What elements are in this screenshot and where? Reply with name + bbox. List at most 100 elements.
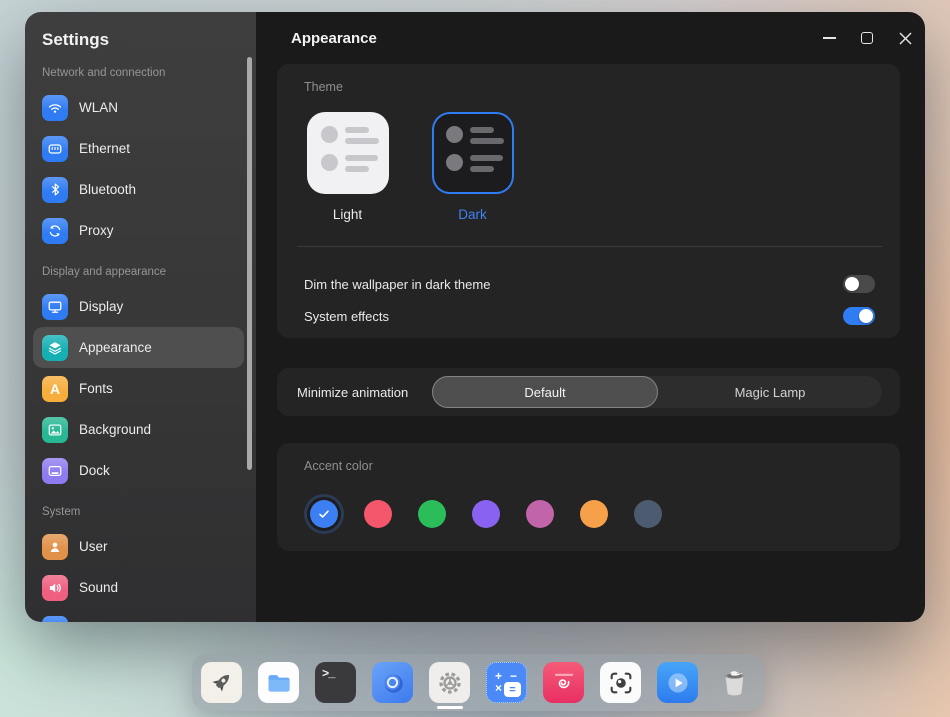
dock-item-terminal[interactable]: >_ [315, 662, 356, 703]
sidebar-scrollbar[interactable] [247, 57, 252, 470]
terminal-icon: >_ [322, 667, 334, 681]
theme-option-dark[interactable]: Dark [429, 112, 516, 223]
minimize-animation-card: Minimize animation Default Magic Lamp [277, 368, 900, 416]
media-player-icon [664, 669, 692, 697]
sidebar-item-label: Display [79, 299, 123, 314]
close-button[interactable] [897, 30, 913, 46]
trash-icon [719, 667, 750, 698]
system-effects-label: System effects [304, 309, 843, 324]
theme-card: Theme Light [277, 64, 900, 338]
sidebar-item-label: Appearance [79, 340, 152, 355]
sidebar-item-wlan[interactable]: WLAN [33, 87, 244, 128]
wifi-icon [42, 95, 68, 121]
partial-icon [42, 616, 68, 623]
proxy-icon [42, 218, 68, 244]
speaker-icon [42, 575, 68, 601]
dock: >_ + − × = [192, 654, 764, 711]
sidebar-item-label: Sound [79, 580, 118, 595]
sidebar-item-dock[interactable]: Dock [33, 450, 244, 491]
main-panel: Appearance Theme [256, 12, 925, 622]
user-icon [42, 534, 68, 560]
display-icon [42, 294, 68, 320]
dock-item-browser[interactable] [372, 662, 413, 703]
app-store-icon [551, 670, 577, 696]
sidebar-item-proxy[interactable]: Proxy [33, 210, 244, 251]
dim-wallpaper-toggle[interactable] [843, 275, 875, 293]
desktop-background: Settings Network and connection WLAN Eth… [0, 0, 950, 717]
settings-window: Settings Network and connection WLAN Eth… [25, 12, 925, 622]
screenshot-icon [607, 669, 635, 697]
accent-swatch-slate[interactable] [634, 500, 662, 528]
minimize-button[interactable] [821, 30, 837, 46]
accent-swatch-blue[interactable] [310, 500, 338, 528]
accent-swatch-orange[interactable] [580, 500, 608, 528]
browser-icon [378, 668, 408, 698]
image-icon [42, 417, 68, 443]
layers-icon [42, 335, 68, 361]
sidebar-item-partial[interactable] [33, 608, 244, 622]
dark-theme-preview[interactable] [432, 112, 514, 194]
dock-panel-icon [42, 458, 68, 484]
bluetooth-icon [42, 177, 68, 203]
ethernet-icon [42, 136, 68, 162]
dark-theme-label: Dark [458, 206, 487, 223]
dock-item-calculator[interactable]: + − × = [486, 662, 527, 703]
sidebar-item-sound[interactable]: Sound [33, 567, 244, 608]
theme-option-light[interactable]: Light [304, 112, 391, 223]
dim-wallpaper-label: Dim the wallpaper in dark theme [304, 277, 843, 292]
settings-content: Theme Light [256, 64, 925, 551]
divider [297, 246, 882, 247]
segment-default[interactable]: Default [432, 376, 658, 408]
accent-swatch-purple[interactable] [472, 500, 500, 528]
light-theme-preview[interactable] [307, 112, 389, 194]
rocket-icon [208, 669, 235, 696]
sidebar-item-label: Proxy [79, 223, 114, 238]
sidebar-item-label: Background [79, 422, 151, 437]
app-title: Settings [42, 28, 239, 52]
dim-wallpaper-row: Dim the wallpaper in dark theme [304, 268, 875, 300]
sidebar-item-bluetooth[interactable]: Bluetooth [33, 169, 244, 210]
sidebar-item-label: Dock [79, 463, 110, 478]
light-theme-label: Light [333, 206, 362, 223]
dock-item-file-manager[interactable] [258, 662, 299, 703]
sidebar-item-fonts[interactable]: A Fonts [33, 368, 244, 409]
section-system: System [42, 505, 239, 520]
system-effects-row: System effects [304, 300, 875, 332]
sidebar-item-label: Ethernet [79, 141, 130, 156]
sidebar-item-label: User [79, 539, 108, 554]
sidebar: Settings Network and connection WLAN Eth… [25, 12, 256, 622]
folder-icon [265, 669, 293, 697]
section-display-and-appearance: Display and appearance [42, 265, 239, 280]
check-icon [316, 506, 332, 522]
segment-magic-lamp[interactable]: Magic Lamp [658, 376, 882, 408]
accent-swatch-green[interactable] [418, 500, 446, 528]
gear-icon [435, 668, 465, 698]
accent-section-label: Accent color [304, 459, 880, 474]
theme-section-label: Theme [304, 80, 875, 95]
dock-item-launcher[interactable] [201, 662, 242, 703]
accent-swatch-red[interactable] [364, 500, 392, 528]
dock-item-settings[interactable] [429, 662, 470, 703]
sidebar-item-user[interactable]: User [33, 526, 244, 567]
accent-swatch-magenta[interactable] [526, 500, 554, 528]
dock-item-trash[interactable] [714, 662, 755, 703]
dock-item-media-player[interactable] [657, 662, 698, 703]
sidebar-item-label: Bluetooth [79, 182, 136, 197]
dock-item-app-store[interactable] [543, 662, 584, 703]
sidebar-item-label: WLAN [79, 100, 118, 115]
titlebar: Appearance [256, 12, 925, 64]
minimize-animation-segmented-control: Default Magic Lamp [432, 376, 882, 408]
sidebar-item-ethernet[interactable]: Ethernet [33, 128, 244, 169]
maximize-button[interactable] [859, 30, 875, 46]
sidebar-item-background[interactable]: Background [33, 409, 244, 450]
sidebar-item-label: Fonts [79, 381, 113, 396]
system-effects-toggle[interactable] [843, 307, 875, 325]
minimize-animation-label: Minimize animation [297, 385, 408, 400]
accent-color-card: Accent color [277, 443, 900, 551]
sidebar-item-appearance[interactable]: Appearance [33, 327, 244, 368]
dock-item-screenshot[interactable] [600, 662, 641, 703]
letter-a-icon: A [42, 376, 68, 402]
page-title: Appearance [291, 30, 799, 47]
section-network-and-connection: Network and connection [42, 66, 239, 81]
sidebar-item-display[interactable]: Display [33, 286, 244, 327]
